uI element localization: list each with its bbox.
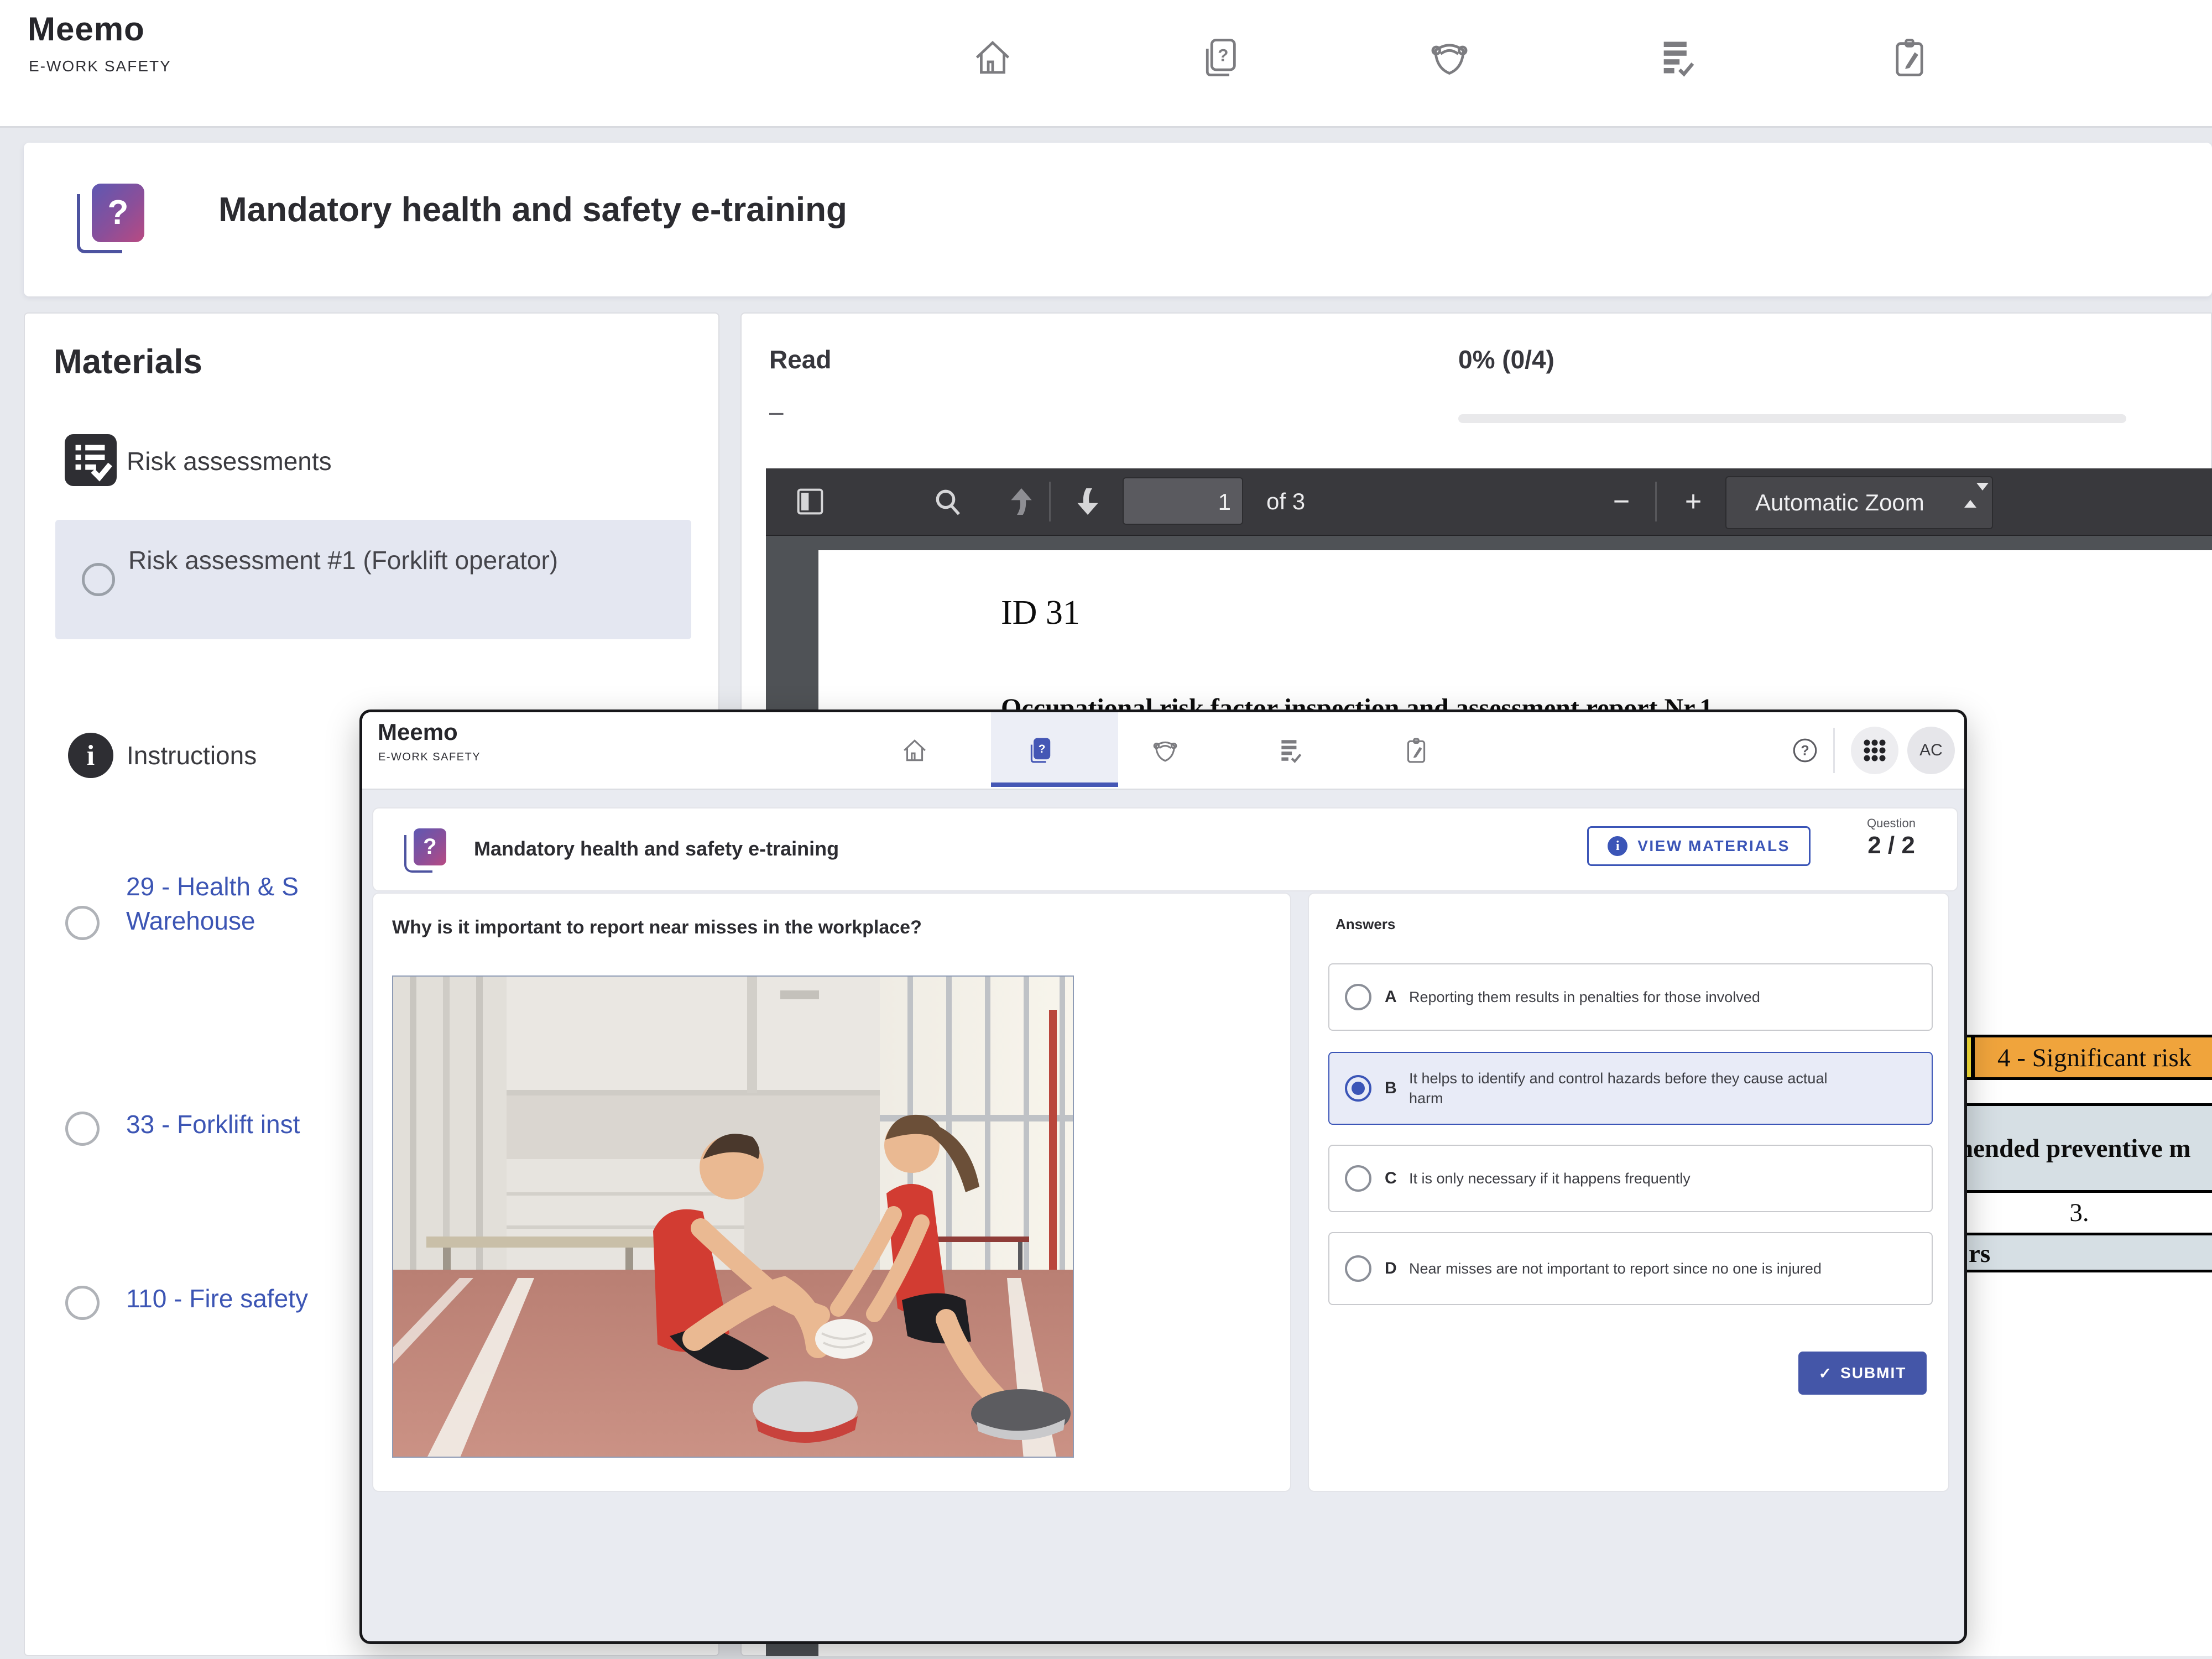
clipboard-edit-icon[interactable] (1888, 36, 1931, 79)
pdf-toolbar: 1 of 3 − + Automatic Zoom (766, 468, 2212, 536)
search-icon[interactable] (930, 484, 966, 519)
materials-title: Materials (54, 342, 202, 382)
checklist-icon[interactable] (1657, 36, 1699, 79)
top-header: Meemo E-WORK SAFETY ? (0, 0, 2212, 128)
svg-text:?: ? (1218, 45, 1228, 65)
mask-icon[interactable] (1428, 36, 1470, 79)
instruction-label-line: Warehouse (126, 904, 299, 938)
instructions-icon: i (68, 733, 113, 778)
user-avatar[interactable]: AC (1907, 727, 1955, 774)
reader-progress: 0% (0/4) (1458, 345, 1554, 374)
header-divider (1833, 728, 1835, 773)
help-icon[interactable]: ? (1791, 737, 1819, 764)
modal-header: Meemo E-WORK SAFETY ? ? (362, 712, 1964, 790)
svg-text:?: ? (1039, 743, 1046, 755)
home-icon[interactable] (901, 737, 928, 764)
course-title-card: ? Mandatory health and safety e-training (24, 143, 2212, 296)
reader-mode-label: Read (769, 345, 831, 374)
mask-icon[interactable] (1151, 737, 1179, 764)
risk-assessments-icon (65, 434, 117, 486)
question-counter: Question 2 / 2 (1833, 816, 1949, 859)
view-materials-button[interactable]: i VIEW MATERIALS (1587, 826, 1811, 866)
answer-option-a[interactable]: A Reporting them results in penalties fo… (1328, 963, 1933, 1031)
instruction-radio[interactable] (65, 1112, 100, 1146)
materials-group-label: Risk assessments (127, 446, 332, 476)
answer-radio[interactable] (1345, 1165, 1371, 1192)
answer-option-b[interactable]: B It helps to identify and control hazar… (1328, 1052, 1933, 1125)
active-tab-highlight (991, 712, 1118, 787)
table-cell-preventive: hended preventive m (1958, 1103, 2212, 1193)
zoom-level-select[interactable]: Automatic Zoom (1725, 476, 1993, 529)
answer-letter: C (1385, 1169, 1409, 1188)
instruction-radio[interactable] (65, 1286, 100, 1320)
answer-letter: A (1385, 988, 1409, 1006)
svg-text:?: ? (1801, 743, 1809, 758)
instruction-label-line: 33 - Forklift inst (126, 1107, 300, 1141)
risk-table-fragment: 4 - Significant risk hended preventive m… (1958, 1035, 2212, 1656)
answer-option-d[interactable]: D Near misses are not important to repor… (1328, 1232, 1933, 1305)
app-tagline: E-WORK SAFETY (29, 58, 171, 75)
page-count-label: of 3 (1266, 468, 1305, 535)
modal-title-card: ? Mandatory health and safety e-training… (372, 807, 1958, 891)
instruction-label-line: 110 - Fire safety (126, 1281, 308, 1316)
page-title: Mandatory health and safety e-training (218, 190, 847, 229)
material-radio[interactable] (82, 563, 115, 596)
checklist-icon[interactable] (1277, 737, 1305, 764)
page-number-input[interactable]: 1 (1123, 477, 1243, 525)
home-icon[interactable] (972, 36, 1014, 79)
document-id: ID 31 (1001, 593, 1080, 633)
material-item-label: Risk assessment #1 (Forklift operator) (128, 543, 558, 577)
submit-button[interactable]: ✓ SUBMIT (1798, 1352, 1927, 1395)
answer-letter: D (1385, 1259, 1409, 1278)
app-screen: Meemo E-WORK SAFETY ? ? Mandatory health… (0, 0, 2212, 1659)
answer-text: It is only necessary if it happens frequ… (1409, 1168, 1691, 1188)
modal-app-tagline: E-WORK SAFETY (378, 751, 481, 764)
page-down-icon[interactable] (1070, 484, 1105, 519)
answer-option-c[interactable]: C It is only necessary if it happens fre… (1328, 1145, 1933, 1212)
course-icon: ? (404, 828, 446, 873)
reader-current-item: – (769, 397, 784, 426)
check-icon: ✓ (1819, 1364, 1833, 1383)
instructions-label: Instructions (127, 740, 257, 770)
table-cell-risk-level: 4 - Significant risk (1958, 1035, 2212, 1080)
material-item-risk-assessment-1[interactable]: Risk assessment #1 (Forklift operator) (55, 520, 691, 639)
clipboard-edit-icon[interactable] (1402, 737, 1430, 764)
course-icon: ? (77, 184, 144, 253)
modal-course-title: Mandatory health and safety e-training (474, 837, 839, 860)
apps-grid-icon[interactable] (1851, 727, 1898, 774)
answers-label: Answers (1335, 916, 1395, 933)
modal-app-logo: Meemo (378, 719, 458, 745)
answer-text: It helps to identify and control hazards… (1409, 1068, 1846, 1108)
quiz-modal: Meemo E-WORK SAFETY ? ? (359, 709, 1967, 1644)
answer-radio-selected[interactable] (1345, 1075, 1371, 1102)
sidebar-toggle-icon[interactable] (792, 484, 828, 519)
table-cell-row-number: 3. (1958, 1196, 2212, 1230)
question-photo (392, 975, 1074, 1458)
app-logo: Meemo (28, 10, 145, 48)
quiz-cards-icon[interactable]: ? (1026, 737, 1054, 764)
instruction-radio[interactable] (65, 906, 100, 940)
info-icon: i (1608, 836, 1627, 856)
answer-radio[interactable] (1345, 1255, 1371, 1282)
zoom-in-icon[interactable]: + (1676, 484, 1711, 519)
answer-text: Near misses are not important to report … (1409, 1259, 1822, 1279)
question-text: Why is it important to report near misse… (392, 917, 1260, 938)
answers-card: Answers A Reporting them results in pena… (1308, 893, 1949, 1492)
table-cell-partial: rs (1958, 1233, 2212, 1272)
answer-letter: B (1385, 1079, 1409, 1098)
page-up-icon[interactable] (1004, 484, 1039, 519)
answer-text: Reporting them results in penalties for … (1409, 987, 1760, 1007)
answer-radio[interactable] (1345, 984, 1371, 1010)
quiz-cards-icon[interactable]: ? (1199, 36, 1241, 79)
progress-bar (1458, 414, 2126, 423)
zoom-out-icon[interactable]: − (1604, 484, 1639, 519)
instruction-label-line: 29 - Health & S (126, 869, 299, 904)
question-card: Why is it important to report near misse… (372, 893, 1291, 1492)
